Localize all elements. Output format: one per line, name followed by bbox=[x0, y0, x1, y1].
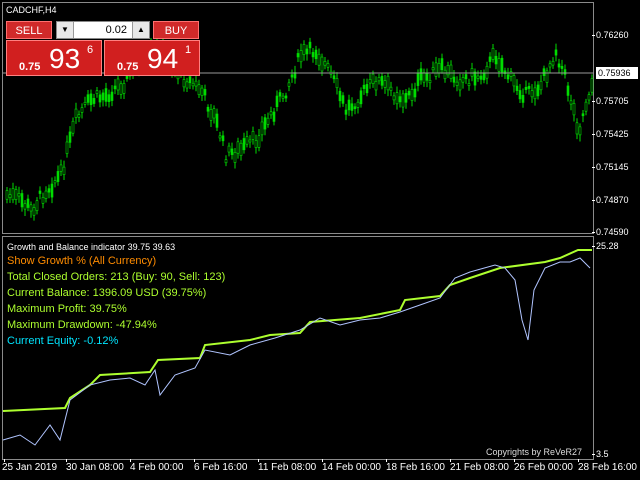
current-balance-label: Current Balance: 1396.09 USD (39.75%) bbox=[7, 287, 207, 299]
max-profit-label: Maximum Profit: 39.75% bbox=[7, 303, 127, 315]
time-label: 14 Feb 00:00 bbox=[322, 462, 381, 473]
total-orders-label: Total Closed Orders: 213 (Buy: 90, Sell:… bbox=[7, 271, 226, 283]
time-label: 11 Feb 08:00 bbox=[258, 462, 317, 473]
indicator-tick-top: 25.28 bbox=[592, 241, 619, 251]
indicator-tick-bottom: 3.5 bbox=[592, 449, 609, 459]
indicator-title: Growth and Balance indicator 39.75 39.63 bbox=[7, 242, 176, 252]
time-label: 26 Feb 00:00 bbox=[514, 462, 573, 473]
time-label: 28 Feb 16:00 bbox=[578, 462, 637, 473]
time-label: 25 Jan 2019 bbox=[2, 462, 58, 473]
time-label: 21 Feb 08:00 bbox=[450, 462, 509, 473]
current-equity-label: Current Equity: -0.12% bbox=[7, 335, 119, 347]
time-label: 4 Feb 00:00 bbox=[130, 462, 184, 473]
time-label: 30 Jan 08:00 bbox=[66, 462, 124, 473]
time-label: 18 Feb 16:00 bbox=[386, 462, 445, 473]
show-growth-label: Show Growth % (All Currency) bbox=[7, 255, 157, 267]
indicator-axis: 25.28 3.5 bbox=[592, 236, 640, 460]
max-drawdown-label: Maximum Drawdown: -47.94% bbox=[7, 319, 157, 331]
growth-balance-chart bbox=[2, 249, 592, 446]
copyright-label: Copyrights by ReVeR27 bbox=[486, 447, 583, 457]
time-label: 6 Feb 16:00 bbox=[194, 462, 248, 473]
